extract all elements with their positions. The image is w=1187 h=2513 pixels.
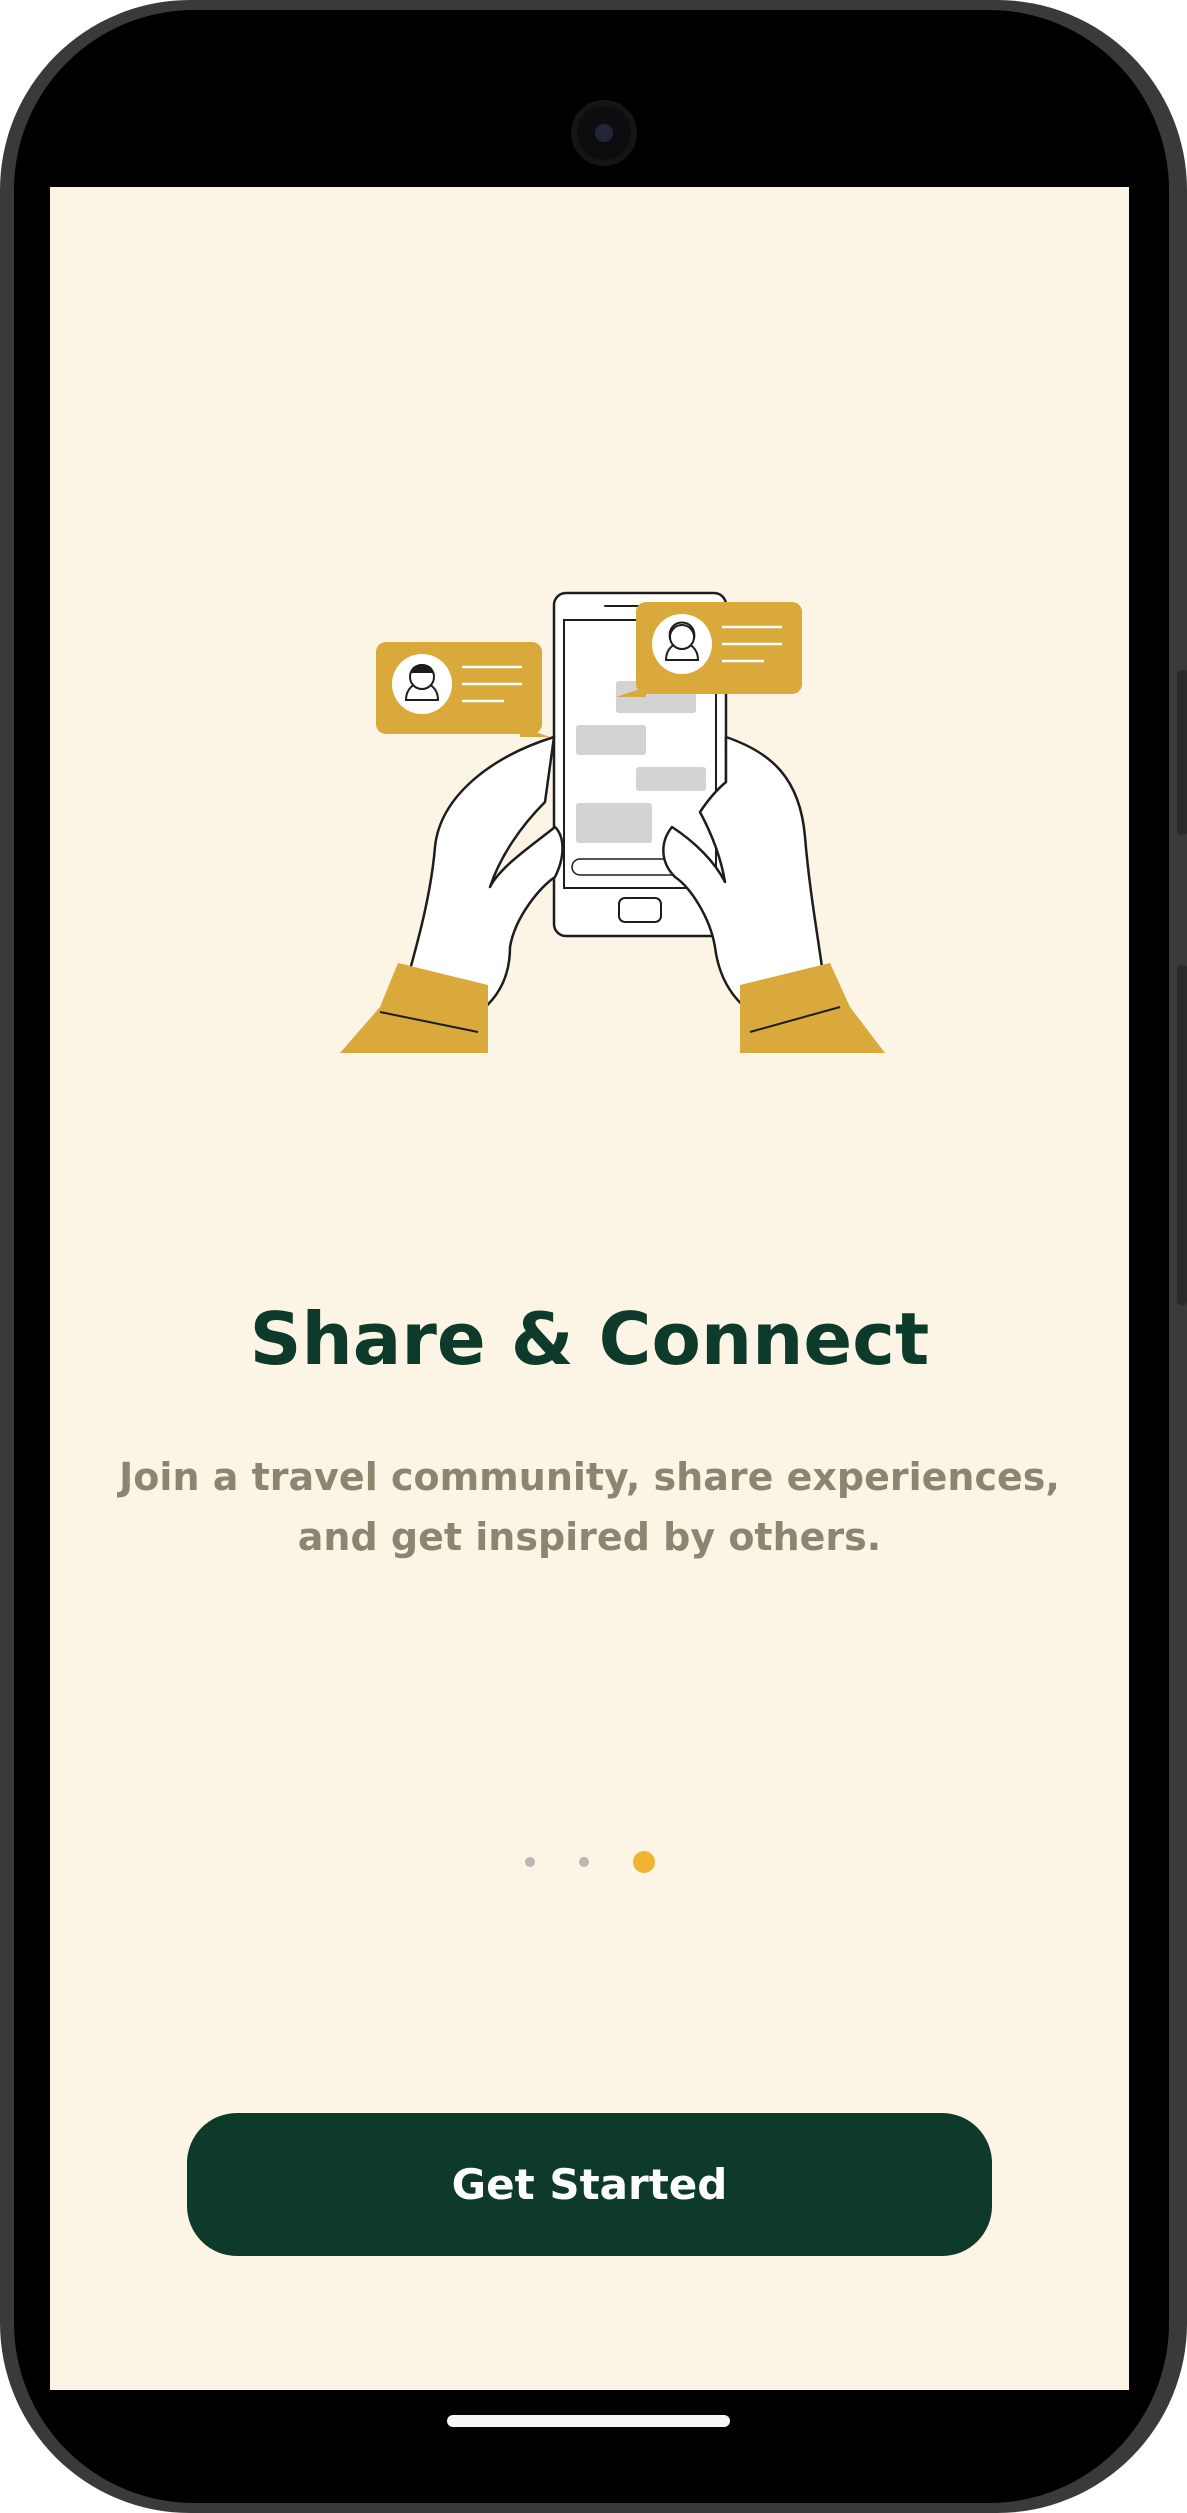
onboarding-screen: Share & Connect Join a travel community,… bbox=[50, 187, 1129, 2390]
chat-bubble-left-icon bbox=[376, 642, 550, 737]
left-hand-icon bbox=[340, 735, 564, 1053]
front-camera-icon bbox=[571, 100, 637, 166]
page-dot-2[interactable] bbox=[578, 1857, 589, 1867]
page-title: Share & Connect bbox=[249, 1297, 930, 1381]
get-started-button[interactable]: Get Started bbox=[187, 2113, 992, 2256]
page-indicator bbox=[50, 1847, 1129, 1877]
phone-chat-hands-illustration bbox=[340, 591, 885, 1053]
page-dot-3-active[interactable] bbox=[632, 1851, 655, 1873]
home-indicator[interactable] bbox=[447, 2415, 730, 2427]
page-subtitle: Join a travel community, share experienc… bbox=[119, 1455, 1060, 1559]
chat-bubble-right-icon bbox=[616, 602, 802, 697]
power-button bbox=[1177, 965, 1187, 1305]
volume-button bbox=[1177, 670, 1187, 835]
page-dot-1[interactable] bbox=[524, 1857, 535, 1867]
phone-frame: Share & Connect Join a travel community,… bbox=[0, 0, 1187, 2513]
